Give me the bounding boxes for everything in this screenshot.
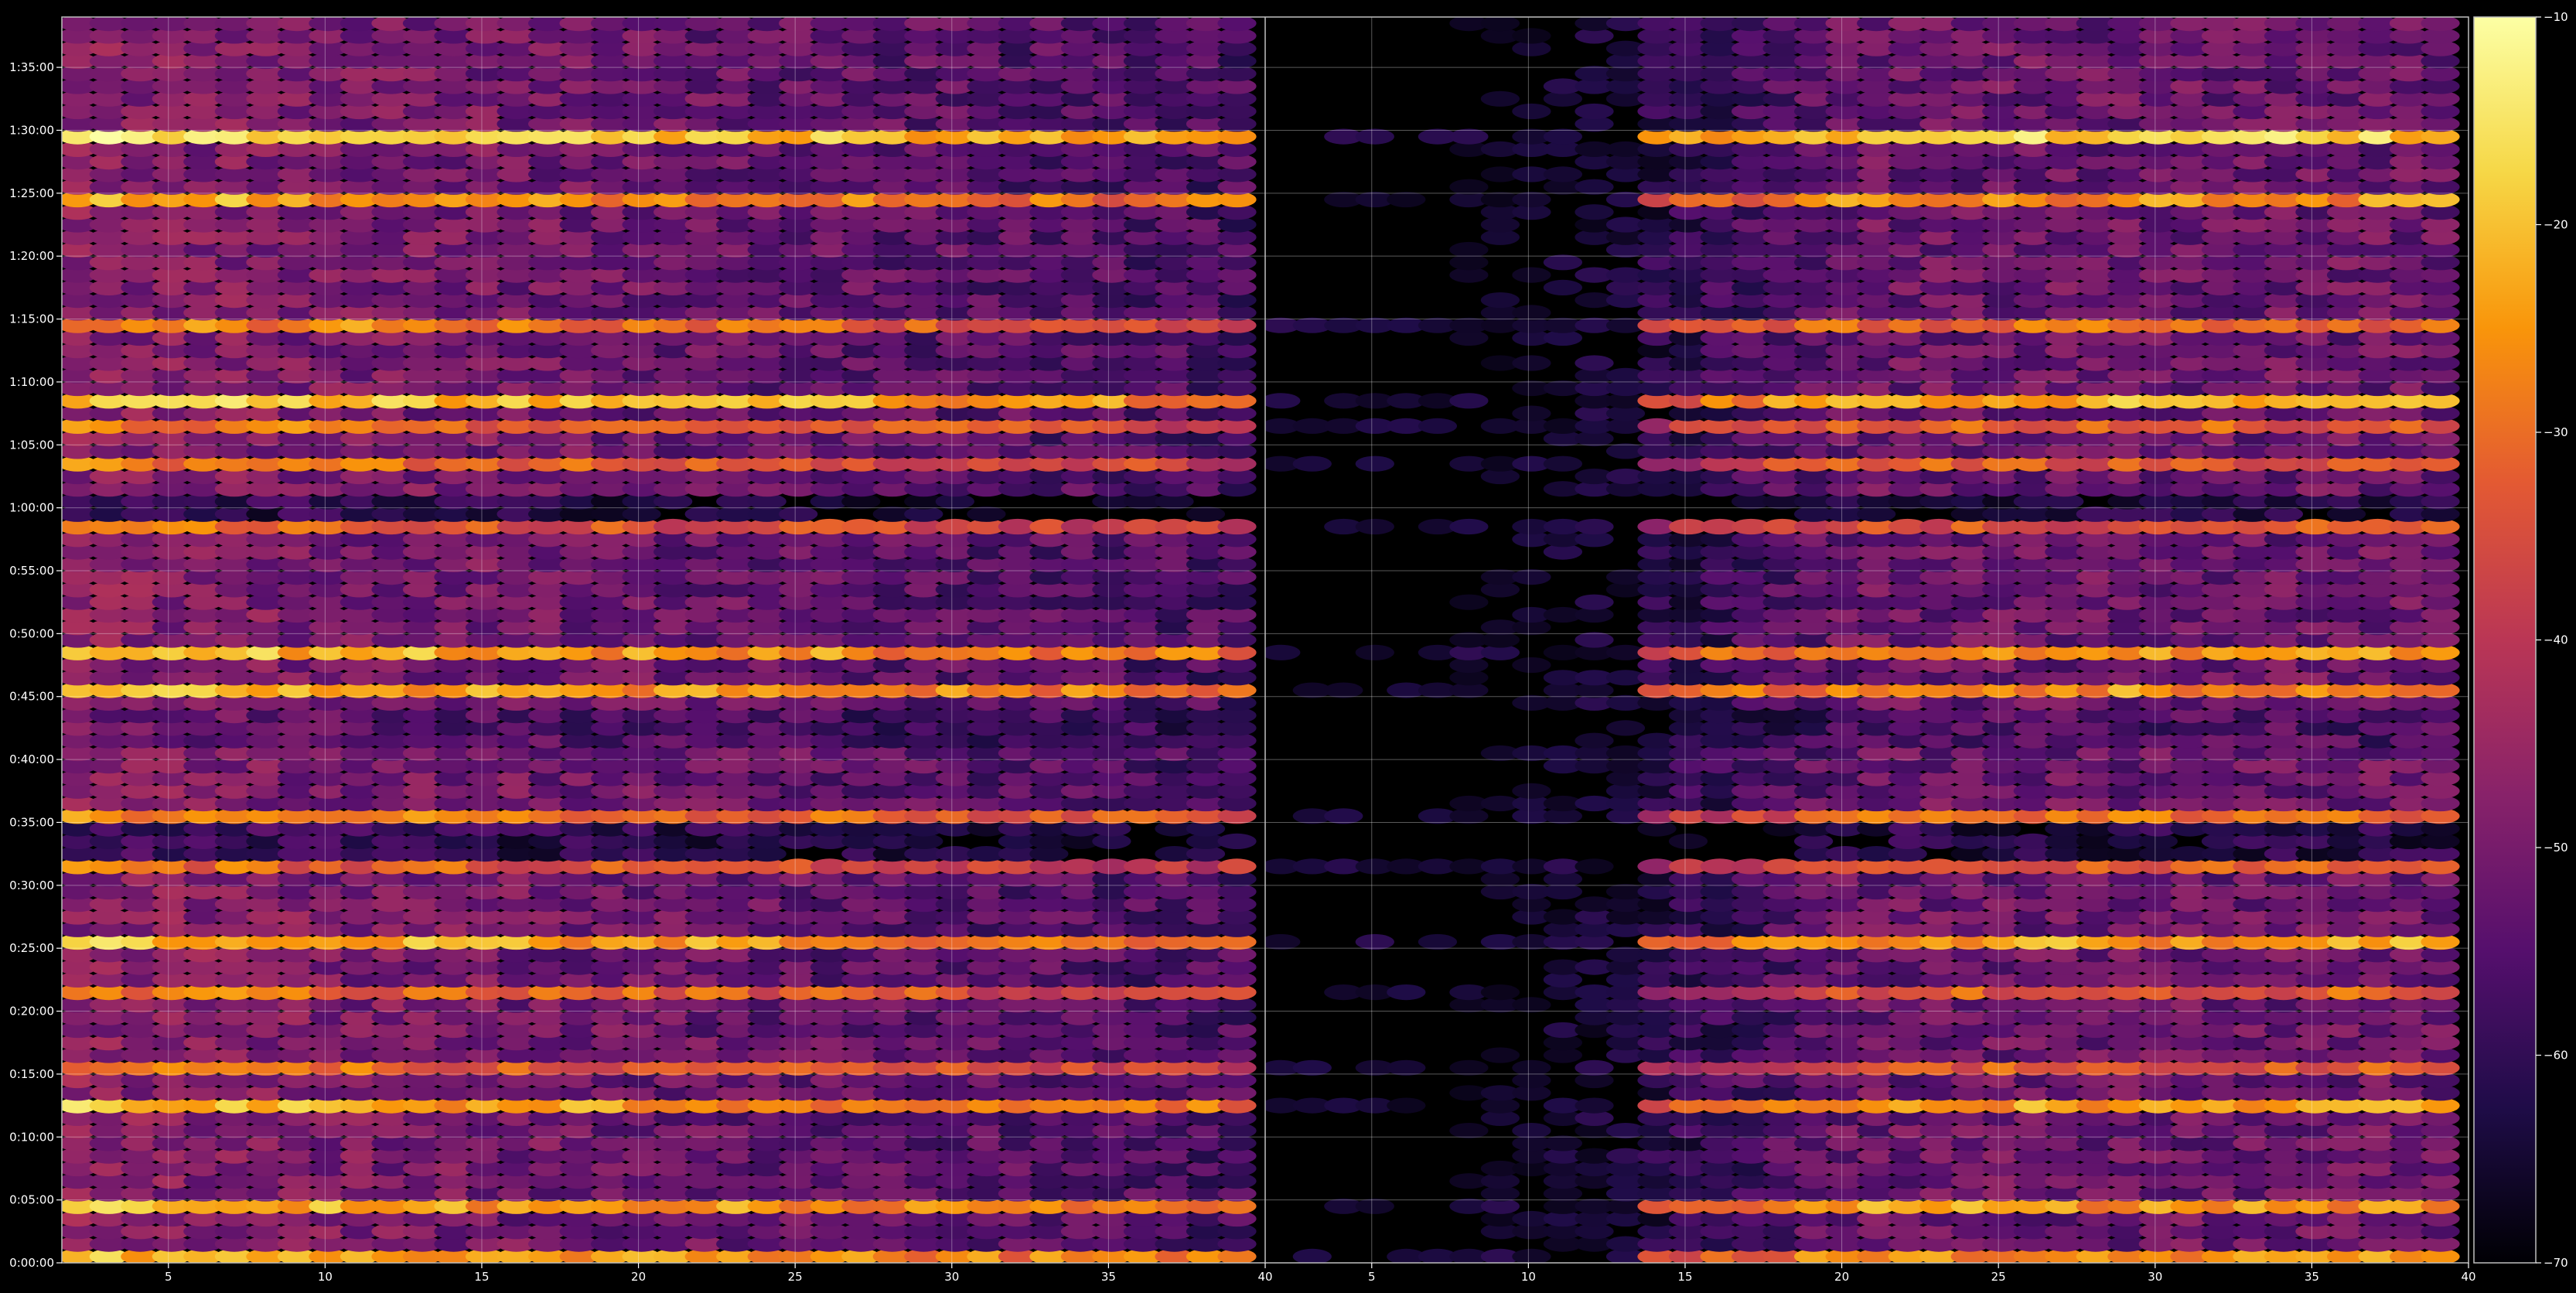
heatmap-cell xyxy=(1324,808,1363,824)
heatmap-cell xyxy=(779,506,818,522)
heatmap-cell xyxy=(1575,1059,1614,1076)
heatmap-cell xyxy=(967,506,1006,522)
heatmap-cell xyxy=(1512,783,1551,799)
heatmap-cell xyxy=(1512,1248,1551,1263)
heatmap-cell xyxy=(1292,1248,1332,1263)
heatmap-cell xyxy=(1512,997,1551,1013)
heatmap-cell xyxy=(1387,1059,1426,1076)
heatmap-cell xyxy=(1575,1097,1614,1114)
heatmap-cell xyxy=(1387,1097,1426,1114)
heatmap-left-panel xyxy=(62,17,1257,1263)
heatmap-cell xyxy=(1265,933,1301,950)
heatmap-cell xyxy=(1217,858,1257,875)
heatmap-cell xyxy=(1480,984,1520,1001)
heatmap-cell xyxy=(1449,1123,1489,1139)
heatmap-cell xyxy=(1480,1047,1520,1063)
heatmap-cell xyxy=(1605,720,1646,736)
heatmap-cell xyxy=(1449,1059,1489,1076)
spectrogram-figure: 0:00:000:05:000:10:000:15:000:20:000:25:… xyxy=(9,10,2567,1284)
heatmap-cell xyxy=(1668,833,1708,849)
heatmap-cell xyxy=(1217,17,1257,32)
heatmap-cell xyxy=(1387,984,1426,1001)
heatmap-cell xyxy=(1217,518,1257,535)
heatmap-cell xyxy=(1355,1198,1394,1214)
heatmap-cell xyxy=(1292,1059,1332,1076)
heatmap-cell xyxy=(1355,933,1394,950)
heatmap-cell xyxy=(1217,833,1257,849)
heatmap-cell xyxy=(1575,858,1614,875)
heatmap-cell xyxy=(1512,1059,1551,1076)
heatmap-cell xyxy=(1186,506,1226,522)
heatmap-cell xyxy=(1543,1135,1582,1151)
heatmap-cell xyxy=(1418,933,1457,950)
heatmap-cell xyxy=(1512,1123,1551,1139)
heatmap-cell xyxy=(1575,732,1614,749)
